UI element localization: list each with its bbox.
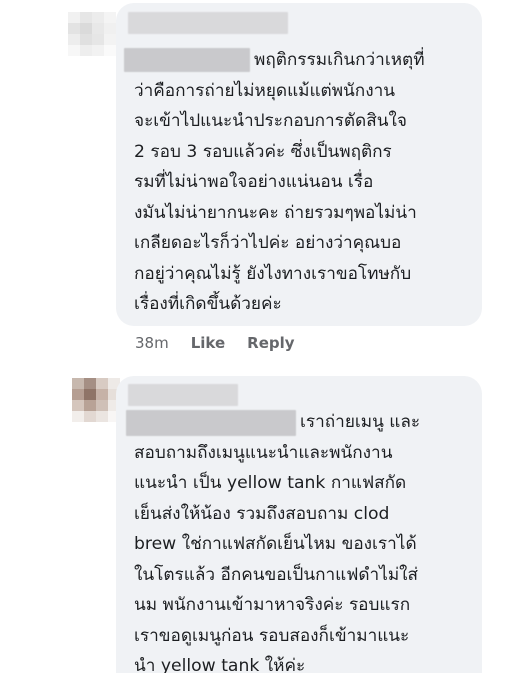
comment-bubble: พฤติกรรมเกินกว่าเหตุที่ ว่าคือการถ่ายไม่… — [116, 3, 482, 326]
reply-button[interactable]: Reply — [247, 334, 294, 352]
like-button[interactable]: Like — [191, 334, 225, 352]
comment-bubble: เราถ่ายเมนู และ สอบถามถึงเมนูแนะนำและพนั… — [116, 376, 482, 673]
avatar[interactable] — [68, 12, 116, 56]
avatar[interactable] — [72, 378, 120, 422]
comment-text: พฤติกรรมเกินกว่าเหตุที่ ว่าคือการถ่ายไม่… — [134, 50, 425, 314]
commenter-name-blurred[interactable] — [128, 12, 288, 34]
commenter-name-blurred[interactable] — [128, 384, 238, 406]
comment-text: เราถ่ายเมนู และ สอบถามถึงเมนูแนะนำและพนั… — [134, 412, 421, 673]
comment-timestamp[interactable]: 38m — [135, 334, 169, 352]
comment-actions: 38m Like Reply — [135, 334, 295, 352]
